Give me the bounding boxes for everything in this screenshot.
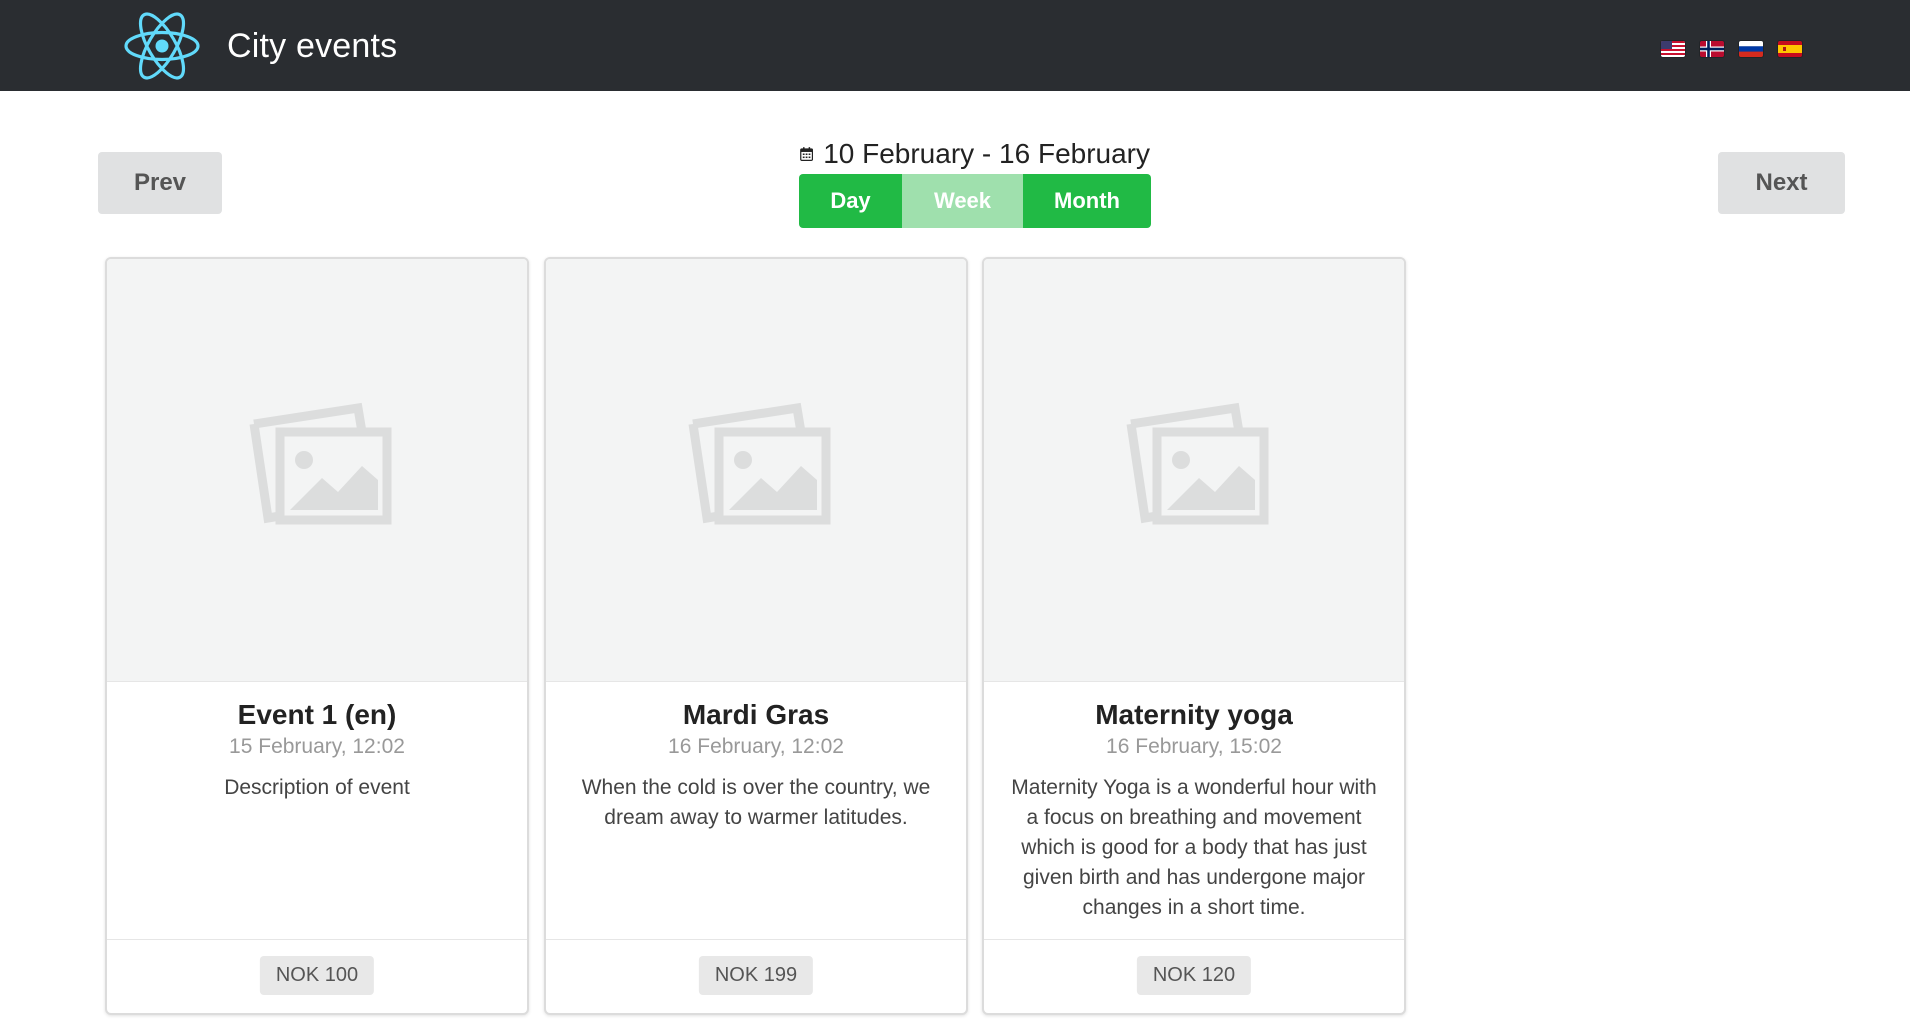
event-date: 16 February, 15:02 — [1106, 735, 1282, 758]
brand-title[interactable]: City events — [227, 24, 397, 68]
event-card[interactable]: Event 1 (en) 15 February, 12:02 Descript… — [105, 257, 529, 1015]
image-placeholder-icon — [249, 402, 392, 525]
month-view-button[interactable]: Month — [1023, 174, 1151, 228]
russia-flag-icon[interactable] — [1739, 41, 1763, 57]
view-switcher: Day Week Month — [799, 174, 1151, 228]
prev-button[interactable]: Prev — [98, 152, 222, 214]
date-range-header: 10 February - 16 February — [800, 134, 1150, 174]
price-label: NOK 100 — [259, 956, 375, 995]
event-description: Maternity Yoga is a wonderful hour with … — [1011, 776, 1377, 919]
image-placeholder-icon — [688, 402, 831, 525]
event-description: Description of event — [224, 776, 410, 799]
event-image-placeholder — [984, 259, 1404, 682]
event-footer: NOK 120 — [984, 939, 1404, 1013]
event-date: 15 February, 12:02 — [229, 735, 405, 758]
event-image-placeholder — [107, 259, 527, 682]
calendar-icon — [800, 147, 814, 161]
day-view-button[interactable]: Day — [799, 174, 902, 228]
event-image-placeholder — [546, 259, 966, 682]
event-title: Event 1 (en) — [237, 699, 397, 730]
event-footer: NOK 199 — [546, 939, 966, 1013]
norway-flag-icon[interactable] — [1700, 41, 1724, 57]
event-title: Mardi Gras — [682, 699, 830, 730]
date-range-text: 10 February - 16 February — [823, 138, 1150, 169]
spain-flag-icon[interactable] — [1778, 41, 1802, 57]
event-description: When the cold is over the country, we dr… — [581, 776, 931, 829]
event-title: Maternity yoga — [1095, 699, 1293, 730]
week-view-button[interactable]: Week — [902, 174, 1023, 228]
price-label: NOK 120 — [1136, 956, 1252, 995]
event-card[interactable]: Mardi Gras 16 February, 12:02 When the c… — [544, 257, 968, 1015]
event-footer: NOK 100 — [107, 939, 527, 1013]
event-card[interactable]: Maternity yoga 16 February, 15:02 Matern… — [982, 257, 1406, 1015]
next-button[interactable]: Next — [1718, 152, 1845, 214]
event-date: 16 February, 12:02 — [668, 735, 844, 758]
language-selector — [1661, 41, 1802, 57]
price-label: NOK 199 — [698, 956, 814, 995]
image-placeholder-icon — [1126, 402, 1269, 525]
us-flag-icon[interactable] — [1661, 41, 1685, 57]
top-navbar: City events — [0, 0, 1920, 91]
react-logo-icon[interactable] — [124, 10, 200, 82]
